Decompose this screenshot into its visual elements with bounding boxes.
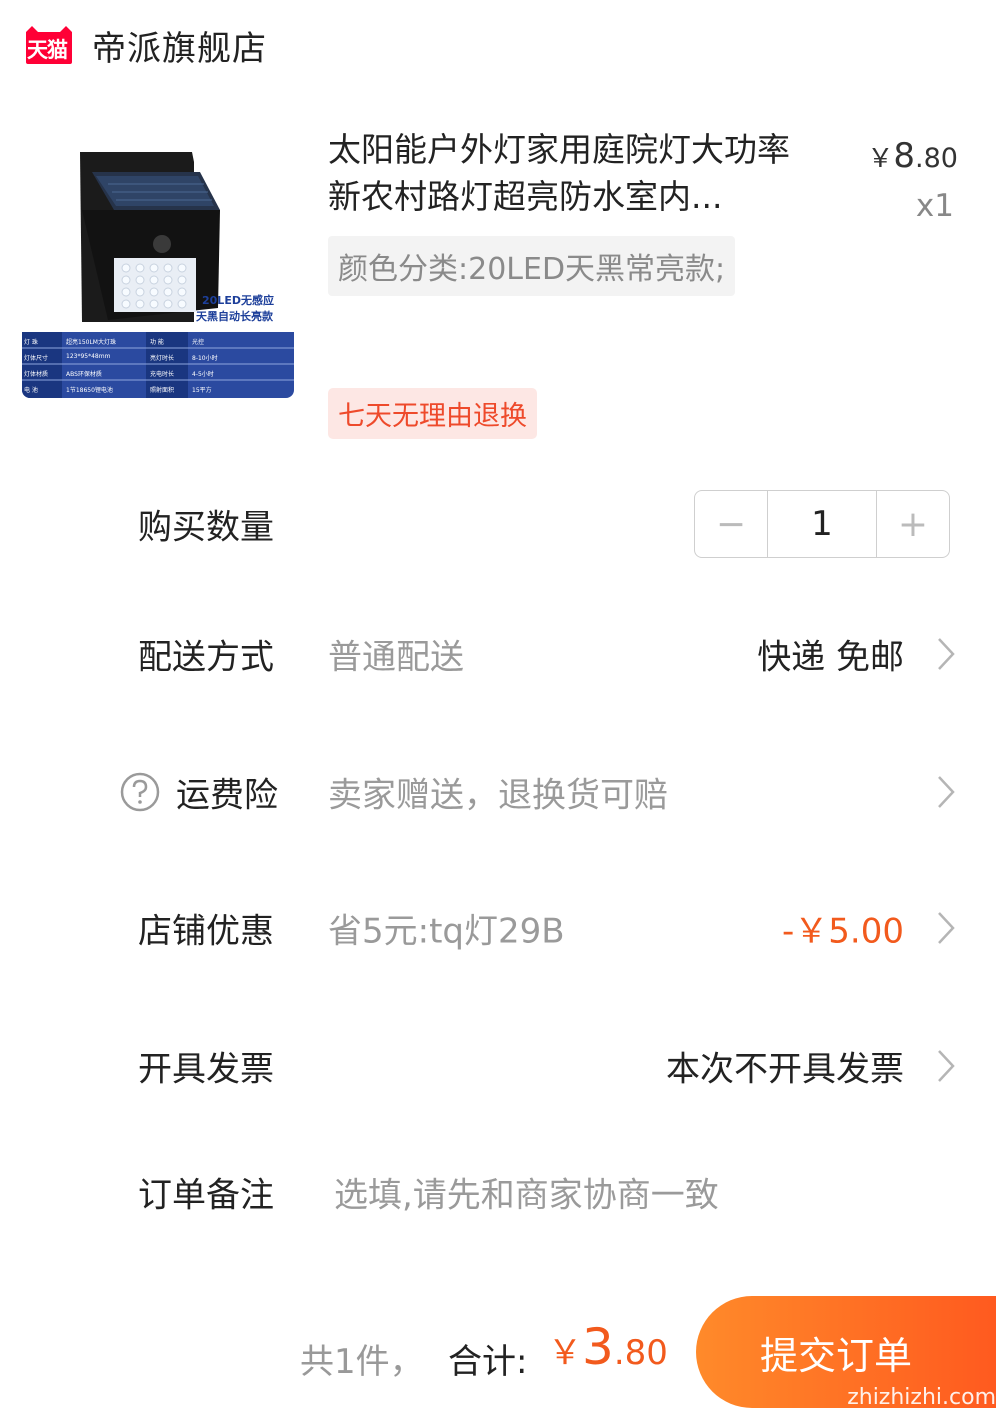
product-sku[interactable]: 颜色分类:20LED天黑常亮款; [328, 236, 736, 296]
spec-cell: 灯体尺寸 [24, 355, 49, 362]
total-price: ￥3.80 [548, 1318, 668, 1376]
spec-cell: ABS环保材质 [66, 371, 102, 378]
delivery-option[interactable]: 快递 免邮 [757, 630, 904, 679]
spec-cell: 8-10小时 [192, 355, 218, 362]
coupon-discount[interactable]: -￥5.00 [782, 904, 904, 953]
remark-label: 订单备注 [138, 1175, 274, 1216]
tmall-logo: 天猫 [22, 24, 76, 66]
delivery-value: 普通配送 [328, 637, 464, 678]
quantity-value[interactable]: 1 [767, 491, 877, 557]
image-badge-line1: 20LED无感应 [202, 294, 274, 307]
price-integer: 8 [893, 136, 916, 176]
insurance-label: 运费险 [176, 775, 278, 816]
invoice-label: 开具发票 [138, 1049, 274, 1090]
chevron-right-icon[interactable] [936, 1048, 956, 1084]
spec-cell: 灯 珠 [24, 339, 38, 346]
total-label: 合计: [448, 1342, 528, 1382]
spec-cell: 超亮150LM大灯珠 [66, 339, 116, 346]
spec-cell: 亮灯时长 [150, 355, 175, 362]
chevron-right-icon[interactable] [936, 774, 956, 810]
item-count: 共1件， [300, 1342, 424, 1382]
total-integer: 3 [582, 1318, 614, 1376]
image-badge-line2: 天黑自动长亮款 [196, 310, 273, 323]
submit-label: 提交订单 [760, 1333, 913, 1378]
spec-cell: 光控 [192, 339, 205, 346]
watermark: zhizhizhi.com [847, 1385, 996, 1410]
store-name[interactable]: 帝派旗舰店 [92, 21, 267, 70]
shipping-insurance-row[interactable]: 运费险 卖家赠送，退换货可赔 [0, 752, 1006, 832]
product-price: ￥8.80 [867, 136, 958, 176]
product-quantity: x1 [915, 188, 954, 224]
delivery-row[interactable]: 配送方式 普通配送 快递 免邮 [0, 614, 1006, 694]
coupon-value: 省5元:tq灯29B [328, 911, 565, 952]
remark-input[interactable]: 选填,请先和商家协商一致 [334, 1168, 719, 1217]
store-coupon-row[interactable]: 店铺优惠 省5元:tq灯29B -￥5.00 [0, 888, 1006, 968]
invoice-row[interactable]: 开具发票 本次不开具发票 [0, 1026, 1006, 1106]
spec-cell: 灯体材质 [24, 371, 49, 378]
increase-button[interactable]: + [877, 491, 949, 557]
image-spec-table: 灯 珠 超亮150LM大灯珠 功 能 光控 灯体尺寸 123*95*48mm 亮… [22, 332, 294, 398]
coupon-label: 店铺优惠 [138, 911, 274, 952]
spec-cell: 123*95*48mm [66, 353, 111, 360]
chevron-right-icon[interactable] [936, 636, 956, 672]
quantity-label: 购买数量 [138, 507, 274, 548]
delivery-label: 配送方式 [138, 637, 274, 678]
spec-cell: 1节18650锂电池 [66, 387, 113, 394]
tmall-logo-text: 天猫 [27, 38, 68, 62]
invoice-option[interactable]: 本次不开具发票 [666, 1042, 904, 1091]
product-title[interactable]: 太阳能户外灯家用庭院灯大功率新农村路灯超亮防水室内... [328, 126, 808, 220]
question-circle-icon[interactable] [120, 772, 160, 812]
price-decimal: .80 [915, 143, 958, 174]
order-remark-row: 订单备注 选填,请先和商家协商一致 [0, 1152, 1006, 1232]
insurance-value: 卖家赠送，退换货可赔 [328, 775, 668, 816]
spec-cell: 照射面积 [150, 387, 175, 394]
return-policy-tag: 七天无理由退换 [328, 388, 537, 439]
spec-cell: 15平方 [192, 387, 212, 394]
price-symbol: ￥ [867, 144, 894, 174]
spec-cell: 4-5小时 [192, 371, 214, 378]
spec-cell: 电 池 [24, 387, 38, 394]
spec-cell: 功 能 [150, 339, 164, 346]
total-symbol: ￥ [548, 1333, 582, 1373]
quantity-stepper[interactable]: − 1 + [694, 490, 950, 558]
product-thumbnail[interactable]: 20LED无感应 天黑自动长亮款 灯 珠 超亮150LM大灯珠 功 能 光控 灯… [22, 126, 294, 398]
product-card[interactable]: 20LED无感应 天黑自动长亮款 灯 珠 超亮150LM大灯珠 功 能 光控 灯… [22, 126, 982, 439]
checkout-footer: 共1件， 合计: ￥3.80 提交订单 zhizhizhi.com [0, 1290, 1006, 1416]
store-header[interactable]: 天猫 帝派旗舰店 [22, 18, 267, 72]
decrease-button[interactable]: − [695, 491, 767, 557]
spec-cell: 充电时长 [150, 371, 175, 378]
chevron-right-icon[interactable] [936, 910, 956, 946]
total-decimal: .80 [613, 1333, 668, 1373]
